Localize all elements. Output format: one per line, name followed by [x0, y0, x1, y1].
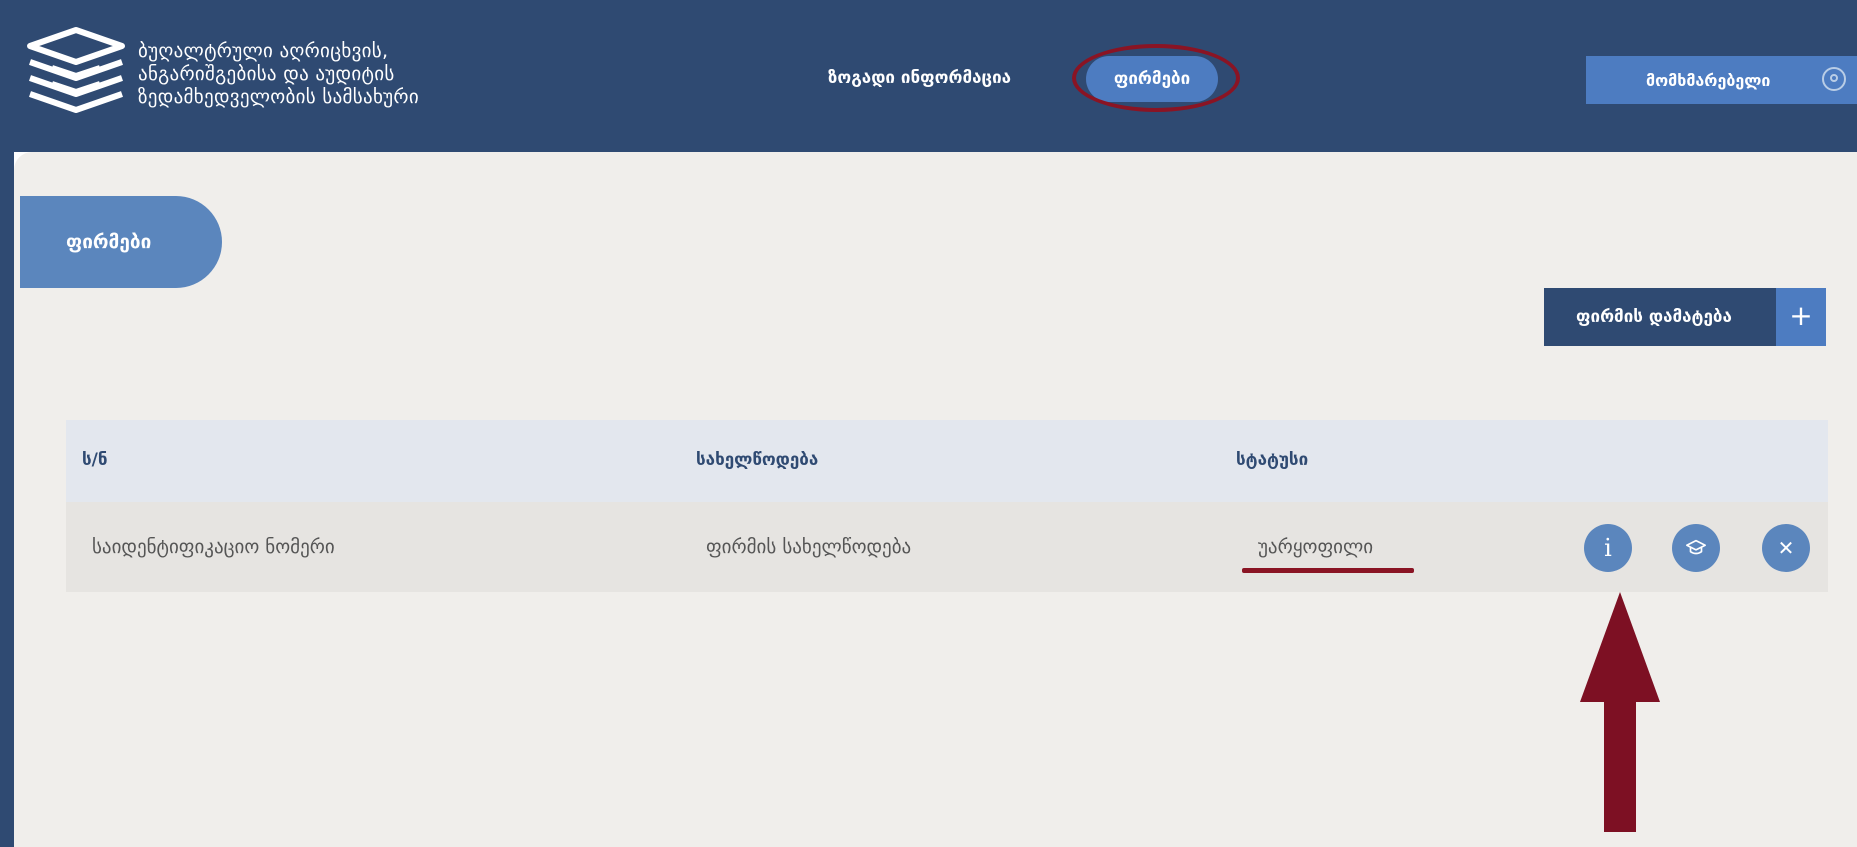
column-header-id: ს/ნ: [82, 450, 108, 470]
add-firm-label: ფირმის დამატება: [1576, 307, 1732, 327]
user-icon: [1822, 67, 1846, 91]
cell-name: ფირმის სახელწოდება: [706, 536, 912, 558]
user-button[interactable]: მომხმარებელი: [1586, 56, 1857, 104]
column-header-name: სახელწოდება: [696, 450, 819, 470]
logo-icon: [27, 27, 125, 113]
info-icon: i: [1604, 534, 1612, 562]
graduation-cap-icon: [1686, 539, 1706, 555]
plus-icon: +: [1776, 288, 1826, 346]
table-header: ს/ნ სახელწოდება სტატუსი: [66, 420, 1828, 502]
app-frame: ბუღალტრული აღრიცხვის, ანგარიშგებისა და ა…: [0, 0, 1857, 847]
cell-id: საიდენტიფიკაციო ნომერი: [92, 536, 335, 558]
column-header-status: სტატუსი: [1236, 450, 1309, 470]
top-navigation-bar: ბუღალტრული აღრიცხვის, ანგარიშგებისა და ა…: [0, 0, 1857, 152]
graduation-cap-button[interactable]: [1672, 524, 1720, 572]
page-title-tab: ფირმები: [20, 196, 222, 288]
annotation-arrow-up-icon: [1580, 592, 1660, 832]
nav-general-info[interactable]: ზოგადი ინფორმაცია: [828, 68, 1011, 88]
close-icon: ✕: [1777, 536, 1795, 560]
org-name-line-3: ზედამხედველობის სამსახური: [138, 86, 419, 108]
add-firm-button[interactable]: ფირმის დამატება +: [1544, 288, 1826, 346]
annotation-underline: [1242, 568, 1414, 573]
organization-name: ბუღალტრული აღრიცხვის, ანგარიშგებისა და ა…: [138, 40, 419, 109]
table-row: საიდენტიფიკაციო ნომერი ფირმის სახელწოდებ…: [66, 502, 1828, 592]
org-name-line-2: ანგარიშგებისა და აუდიტის: [138, 63, 395, 85]
user-button-label: მომხმარებელი: [1646, 70, 1771, 90]
cell-status: უარყოფილი: [1258, 536, 1374, 558]
delete-button[interactable]: ✕: [1762, 524, 1810, 572]
left-edge-strip: [0, 152, 14, 847]
info-button[interactable]: i: [1584, 524, 1632, 572]
annotation-circle: [1072, 44, 1240, 112]
org-name-line-1: ბუღალტრული აღრიცხვის,: [138, 40, 389, 62]
